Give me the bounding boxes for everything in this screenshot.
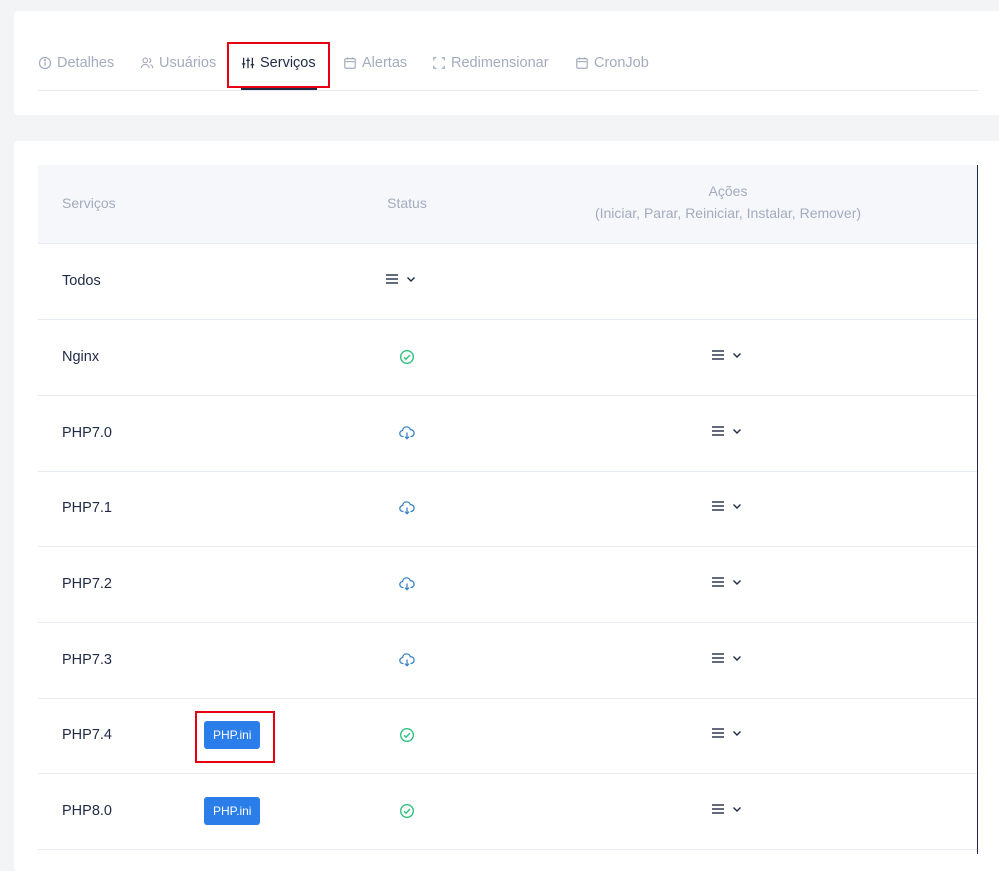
- service-name: PHP7.2: [62, 576, 112, 592]
- menu-icon: [712, 426, 724, 436]
- service-actions-menu[interactable]: [711, 652, 742, 664]
- header-status: Status: [387, 195, 427, 211]
- table-row: PHP7.4 PHP.ini: [38, 698, 977, 774]
- chevron-down-icon: [733, 807, 741, 812]
- header-actions: Ações (Iniciar, Parar, Reiniciar, Instal…: [568, 183, 888, 221]
- service-actions-menu[interactable]: [711, 500, 742, 512]
- table-row: PHP8.0 PHP.ini: [38, 774, 977, 850]
- bulk-status-menu[interactable]: [385, 273, 416, 285]
- menu-icon: [712, 804, 724, 814]
- sliders-icon: [241, 57, 255, 69]
- table-row: Nginx: [38, 320, 977, 396]
- table-row: PHP7.1: [38, 471, 977, 547]
- info-icon: [38, 56, 52, 70]
- table-row: PHP7.3: [38, 623, 977, 699]
- table-row: Todos: [38, 243, 977, 320]
- check-circle-icon: [399, 349, 415, 365]
- table-row: PHP7.0: [38, 396, 977, 472]
- service-actions-menu[interactable]: [711, 727, 742, 739]
- calendar-icon: [576, 57, 588, 69]
- menu-icon: [712, 728, 724, 738]
- service-name: PHP7.4: [62, 727, 112, 743]
- tab-label: Usuários: [159, 55, 217, 71]
- header-services: Serviços: [62, 195, 116, 211]
- service-actions-menu[interactable]: [711, 803, 742, 815]
- table-header: Serviços Status Ações (Iniciar, Parar, R…: [38, 165, 977, 244]
- chevron-down-icon: [733, 504, 741, 509]
- check-circle-icon: [399, 803, 415, 819]
- tab-servicos[interactable]: Serviços: [241, 52, 316, 74]
- menu-icon: [712, 653, 724, 663]
- menu-icon: [712, 577, 724, 587]
- service-actions-menu[interactable]: [711, 576, 742, 588]
- chevron-down-icon: [407, 277, 415, 282]
- php-ini-button[interactable]: PHP.ini: [204, 797, 261, 825]
- php-ini-button[interactable]: PHP.ini: [204, 721, 261, 749]
- resize-icon: [433, 57, 445, 69]
- cloud-download-icon[interactable]: [399, 576, 415, 592]
- tab-redimensionar[interactable]: Redimensionar: [432, 52, 549, 74]
- service-name: Todos: [62, 273, 101, 289]
- chevron-down-icon: [733, 656, 741, 661]
- tab-label: Serviços: [260, 55, 316, 71]
- tab-label: CronJob: [594, 55, 649, 71]
- service-name: PHP8.0: [62, 803, 112, 819]
- tab-cronjob[interactable]: CronJob: [575, 52, 649, 74]
- tab-label: Detalhes: [57, 55, 115, 71]
- table-right-border: [977, 165, 978, 854]
- chevron-down-icon: [733, 429, 741, 434]
- tab-alertas[interactable]: Alertas: [343, 52, 407, 74]
- menu-icon: [712, 350, 724, 360]
- header-actions-title: Ações: [708, 183, 748, 199]
- cloud-download-icon[interactable]: [399, 652, 415, 668]
- service-actions-menu[interactable]: [711, 349, 742, 361]
- tab-label: Alertas: [362, 55, 408, 71]
- tab-label: Redimensionar: [451, 55, 549, 71]
- service-name: PHP7.0: [62, 425, 112, 441]
- tab-bar: Detalhes Usuários Serviços Alertas Redim…: [38, 42, 979, 91]
- service-name: Nginx: [62, 349, 100, 365]
- menu-icon: [712, 501, 724, 511]
- check-circle-icon: [399, 727, 415, 743]
- cloud-download-icon[interactable]: [399, 425, 415, 441]
- table-row: PHP7.2: [38, 547, 977, 623]
- header-actions-subtitle: (Iniciar, Parar, Reiniciar, Instalar, Re…: [594, 205, 862, 221]
- service-name: PHP7.1: [62, 500, 112, 516]
- tabs-card: Detalhes Usuários Serviços Alertas Redim…: [14, 11, 999, 115]
- menu-icon: [386, 274, 398, 284]
- service-actions-menu[interactable]: [711, 425, 742, 437]
- chevron-down-icon: [733, 731, 741, 736]
- tab-usuarios[interactable]: Usuários: [140, 52, 216, 74]
- calendar-icon: [344, 57, 356, 69]
- chevron-down-icon: [733, 580, 741, 585]
- users-icon: [140, 57, 154, 69]
- cloud-download-icon[interactable]: [399, 500, 415, 516]
- active-tab-underline: [241, 88, 317, 90]
- tab-detalhes[interactable]: Detalhes: [38, 52, 114, 74]
- chevron-down-icon: [733, 353, 741, 358]
- service-name: PHP7.3: [62, 652, 112, 668]
